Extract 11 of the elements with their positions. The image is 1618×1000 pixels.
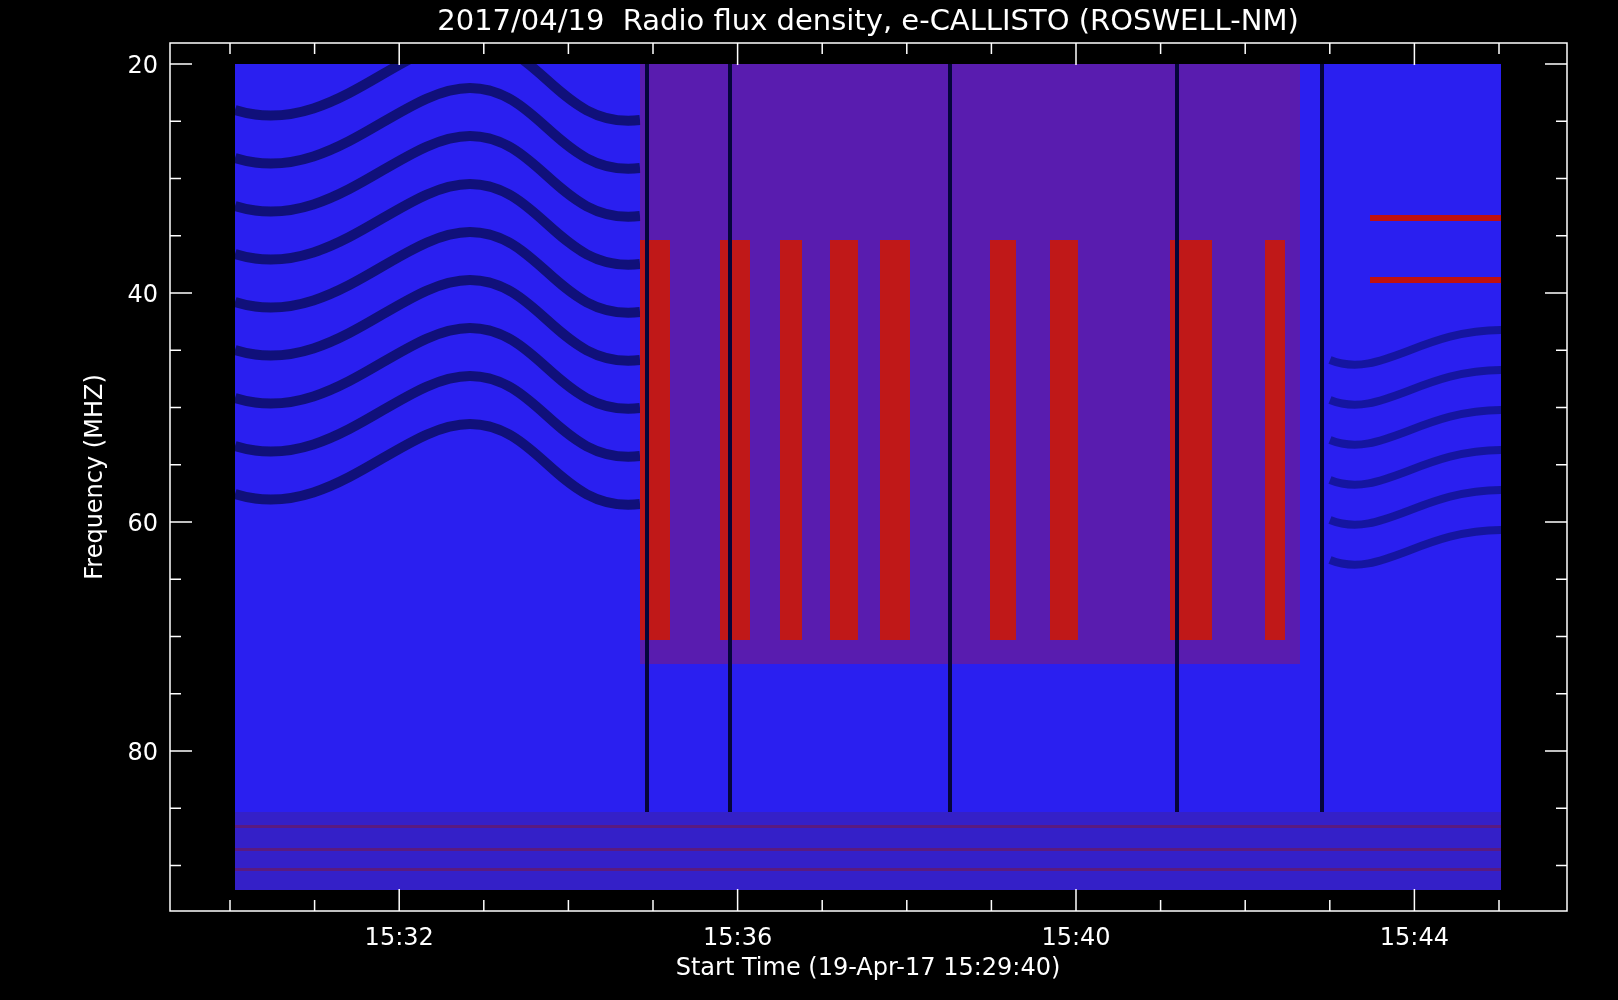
tick-label: 15:32 bbox=[364, 923, 434, 951]
tick-label: 15:44 bbox=[1379, 923, 1449, 951]
tick-label: 60 bbox=[127, 509, 158, 537]
tick-label: 15:40 bbox=[1041, 923, 1111, 951]
tick-label: 15:36 bbox=[703, 923, 773, 951]
axis-title: Start Time (19-Apr-17 15:29:40) bbox=[675, 953, 1061, 981]
tick-label: 20 bbox=[127, 51, 158, 79]
chart-title: 2017/04/19 Radio flux density, e-CALLISTO (ROSWELL-NM) bbox=[437, 3, 1299, 37]
tick-label: 80 bbox=[127, 738, 158, 766]
axis-title: Frequency (MHZ) bbox=[80, 374, 108, 580]
tick-label: 40 bbox=[127, 280, 158, 308]
